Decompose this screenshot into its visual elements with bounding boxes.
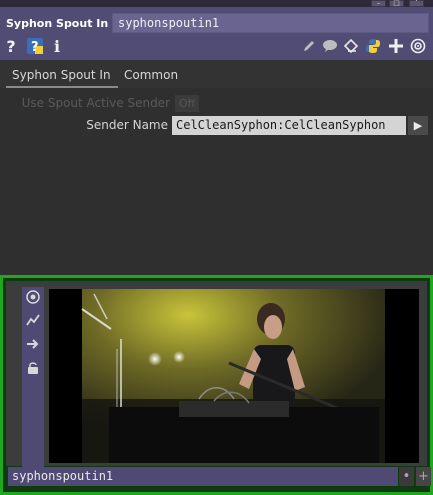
viewer-active-icon[interactable] [24,288,42,306]
sender-menu-button[interactable]: ▶ [408,116,428,135]
tab-syphon-spout-in[interactable]: Syphon Spout In [12,68,111,82]
svg-text:?: ? [31,40,39,55]
info-icon[interactable]: i [52,37,62,56]
graph-icon[interactable] [24,311,42,329]
parameter-tabs: Syphon Spout In Common [0,60,433,88]
viewer-name-label: syphonspoutin1 [12,469,114,483]
sender-name-value: CelCleanSyphon:CelCleanSyphon [176,118,386,132]
parameter-header: Syphon Spout In syphonspoutin1 ? ? i [0,7,433,60]
lock-icon[interactable] [24,359,42,377]
use-spout-active-sender-label: Use Spout Active Sender [21,96,170,110]
minimize-icon[interactable]: – [371,0,386,7]
clone-icon[interactable] [342,37,360,55]
plus-icon[interactable] [388,37,404,55]
help-icon[interactable]: ? [4,37,18,56]
sender-name-field[interactable]: CelCleanSyphon:CelCleanSyphon [172,116,406,135]
live-video-image [49,289,419,463]
python-help-icon[interactable]: ? [25,37,45,55]
python-icon[interactable] [364,37,382,55]
pencil-icon[interactable] [301,37,317,55]
viewer-display-icon[interactable]: • [399,467,414,486]
viewer-plus-button[interactable]: + [416,467,431,486]
parameter-list: Use Spout Active Sender Off Sender Name … [0,88,433,275]
tab-common[interactable]: Common [124,68,178,82]
viewer-name-bar: syphonspoutin1 [8,467,398,486]
comment-icon[interactable] [321,37,339,55]
arrow-right-icon[interactable] [24,335,42,353]
operator-name-text: syphonspoutin1 [118,16,220,30]
operator-name-field[interactable]: syphonspoutin1 [112,13,429,33]
collapse-icon[interactable]: ˅ [409,0,424,7]
use-spout-active-sender-toggle[interactable]: Off [175,95,199,112]
maximize-icon[interactable]: □ [389,0,404,7]
video-frame [49,289,419,463]
operator-type-label: Syphon Spout In [6,17,109,30]
viewer-toolbar [22,287,44,467]
window-top-strip: – □ ˅ [0,0,433,7]
sender-name-label: Sender Name [86,118,168,132]
target-icon[interactable] [409,37,427,55]
